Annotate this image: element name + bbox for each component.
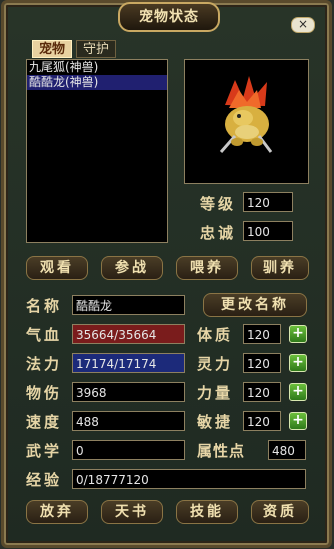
spirit-label: 灵力 — [197, 355, 234, 373]
speed-label: 速度 — [26, 413, 63, 431]
hp-label: 气血 — [26, 326, 63, 344]
strength-label: 力量 — [197, 384, 234, 402]
strength-plus-button[interactable]: + — [289, 383, 307, 401]
constitution-label: 体质 — [197, 326, 234, 344]
name-label: 名称 — [26, 297, 63, 315]
tab-guard[interactable]: 守护 — [76, 40, 116, 58]
loyalty-value: 100 — [243, 221, 293, 241]
pet-list-item[interactable]: 九尾狐(神兽) — [27, 60, 167, 75]
attr-points-label: 属性点 — [197, 442, 246, 460]
spirit-plus-button[interactable]: + — [289, 354, 307, 372]
close-button[interactable]: × — [291, 17, 315, 33]
rename-button[interactable]: 更改名称 — [203, 293, 307, 317]
feed-button[interactable]: 喂养 — [176, 256, 238, 280]
skills-button[interactable]: 技能 — [176, 500, 238, 524]
hp-field: 35664/35664 — [72, 324, 185, 344]
mp-label: 法力 — [26, 355, 63, 373]
attr-points-field: 480 — [268, 440, 306, 460]
window-title: 宠物状态 — [118, 2, 220, 32]
dragon-pet-icon — [219, 76, 273, 153]
battle-button[interactable]: 参战 — [101, 256, 163, 280]
martial-field: 0 — [72, 440, 185, 460]
level-label: 等级 — [200, 195, 237, 213]
pet-list: 九尾狐(神兽) 酷酷龙(神兽) — [26, 59, 168, 243]
name-field: 酷酷龙 — [72, 295, 185, 315]
pet-list-item-selected[interactable]: 酷酷龙(神兽) — [27, 75, 167, 90]
loyalty-label: 忠诚 — [200, 224, 237, 242]
level-value: 120 — [243, 192, 293, 212]
martial-label: 武学 — [26, 442, 63, 460]
phys-attack-field: 3968 — [72, 382, 185, 402]
constitution-field: 120 — [243, 324, 281, 344]
release-button[interactable]: 放弃 — [26, 500, 88, 524]
train-button[interactable]: 驯养 — [251, 256, 309, 280]
constitution-plus-button[interactable]: + — [289, 325, 307, 343]
agility-label: 敏捷 — [197, 413, 234, 431]
skills-book-button[interactable]: 天书 — [101, 500, 163, 524]
exp-field: 0/18777120 — [72, 469, 306, 489]
phys-attack-label: 物伤 — [26, 384, 63, 402]
agility-plus-button[interactable]: + — [289, 412, 307, 430]
strength-field: 120 — [243, 382, 281, 402]
exp-label: 经验 — [26, 471, 63, 489]
agility-field: 120 — [243, 411, 281, 431]
spirit-field: 120 — [243, 353, 281, 373]
pet-portrait — [184, 59, 309, 184]
tab-pet[interactable]: 宠物 — [32, 40, 72, 58]
speed-field: 488 — [72, 411, 185, 431]
watch-button[interactable]: 观看 — [26, 256, 88, 280]
aptitude-button[interactable]: 资质 — [251, 500, 309, 524]
mp-field: 17174/17174 — [72, 353, 185, 373]
